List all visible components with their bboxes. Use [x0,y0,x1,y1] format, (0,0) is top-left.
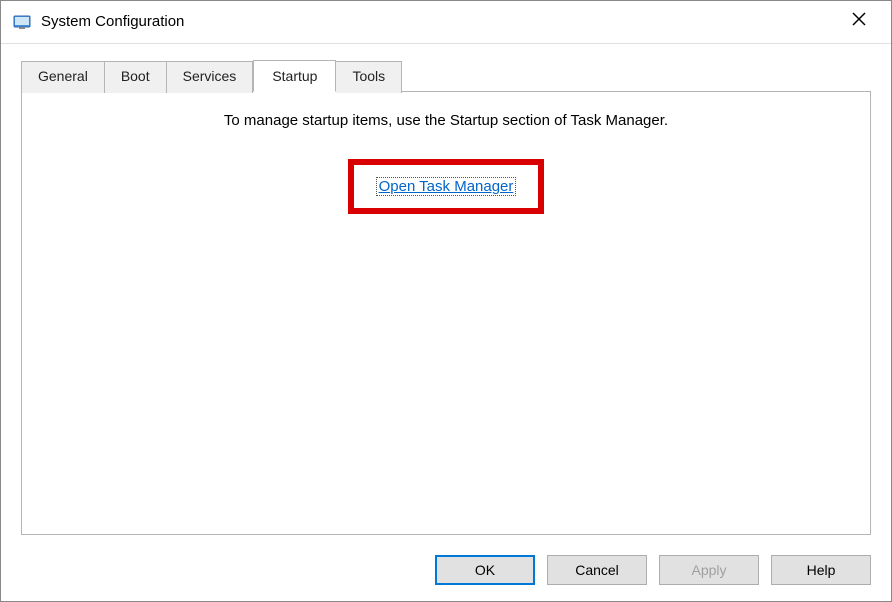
help-button[interactable]: Help [771,555,871,585]
client-area: General Boot Services Startup Tools To m… [1,44,891,545]
link-wrap: Open Task Manager [42,159,850,214]
close-button[interactable] [839,5,879,33]
cancel-button[interactable]: Cancel [547,555,647,585]
titlebar: System Configuration [1,1,891,44]
open-task-manager-link[interactable]: Open Task Manager [376,177,517,196]
tab-strip: General Boot Services Startup Tools [21,60,871,92]
startup-tab-panel: To manage startup items, use the Startup… [21,91,871,535]
tab-tools[interactable]: Tools [336,61,402,93]
tab-services[interactable]: Services [167,61,254,93]
annotation-highlight: Open Task Manager [348,159,545,214]
ok-button[interactable]: OK [435,555,535,585]
startup-instruction: To manage startup items, use the Startup… [42,112,850,129]
title-text: System Configuration [41,13,839,30]
msconfig-icon [13,12,31,30]
apply-button[interactable]: Apply [659,555,759,585]
tab-general[interactable]: General [21,61,105,93]
tab-boot[interactable]: Boot [105,61,167,93]
system-configuration-dialog: System Configuration General Boot Servic… [0,0,892,602]
close-icon [852,12,866,26]
dialog-button-row: OK Cancel Apply Help [1,545,891,601]
tab-startup[interactable]: Startup [253,60,336,92]
